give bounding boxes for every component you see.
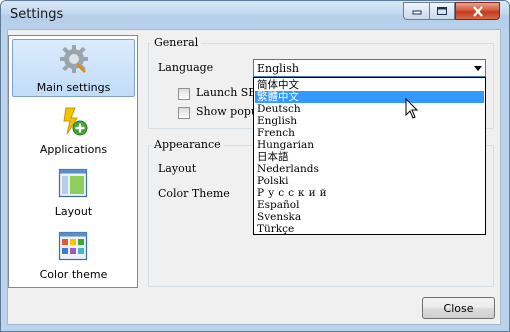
language-option[interactable]: Türkçe [255,223,484,234]
close-window-button[interactable] [455,2,500,20]
color-theme-icon [58,231,88,261]
language-dropdown-list[interactable]: 简体中文 繁體中文 Deutsch English French Hungari… [253,77,486,235]
sidebar-item-applications[interactable]: Applications [12,102,135,160]
language-select[interactable]: English [253,59,486,77]
sidebar-item-color-theme[interactable]: Color theme [12,227,135,285]
sidebar-item-label: Applications [39,143,108,156]
language-option[interactable]: English [255,115,484,127]
chevron-down-icon[interactable] [474,66,482,71]
title-bar[interactable]: Settings [1,1,509,29]
language-option[interactable]: Hungarian [255,139,484,151]
layout-icon [58,168,88,198]
sidebar-item-layout[interactable]: Layout [12,164,135,222]
close-icon [472,5,483,17]
minimize-icon [412,10,421,15]
show-popup-checkbox[interactable] [178,107,190,119]
language-option[interactable]: 简体中文 [255,79,484,91]
language-option[interactable]: 日本語 [255,151,484,163]
language-select-value: English [257,62,299,75]
language-option[interactable]: French [255,127,484,139]
launch-label: Launch SE- [196,86,261,99]
close-button[interactable]: Close [422,297,495,319]
gear-icon [60,45,88,74]
appearance-group-title: Appearance [151,138,224,151]
app-lightning-icon [63,107,88,136]
sidebar-item-main-settings[interactable]: Main settings [12,39,135,97]
language-option[interactable]: Polski [255,175,484,187]
close-button-label: Close [443,301,474,315]
settings-sidebar: Main settings Applications Layout Color … [8,35,138,288]
mouse-cursor-icon [405,98,419,119]
layout-label: Layout [158,162,197,175]
language-option[interactable]: Deutsch [255,103,484,115]
general-group-title: General [151,36,202,49]
sidebar-item-label: Main settings [36,81,111,94]
language-option[interactable]: Español [255,199,484,211]
language-label: Language [158,61,214,74]
language-option[interactable]: Русский [255,187,484,199]
color-theme-label: Color Theme [158,187,230,200]
sidebar-item-label: Layout [54,205,93,218]
window-title: Settings [10,7,64,22]
sidebar-item-label: Color theme [39,268,108,281]
language-option[interactable]: Svenska [255,211,484,223]
maximize-button[interactable] [429,2,455,20]
launch-checkbox[interactable] [178,88,190,100]
maximize-icon [437,7,447,15]
language-option[interactable]: Nederlands [255,163,484,175]
language-option-highlighted[interactable]: 繁體中文 [255,91,484,103]
minimize-button[interactable] [403,2,429,20]
